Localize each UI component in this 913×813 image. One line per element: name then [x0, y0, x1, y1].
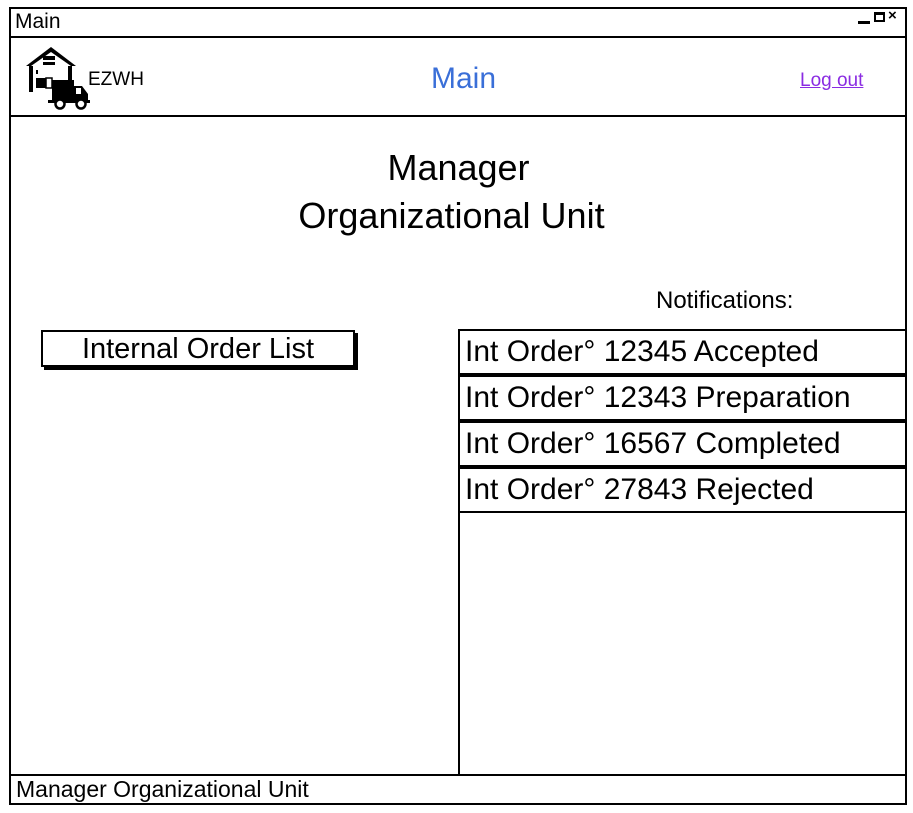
page-heading: Manager Organizational Unit — [0, 144, 913, 240]
status-bar-text: Manager Organizational Unit — [16, 776, 309, 802]
window-controls: × — [856, 7, 900, 28]
heading-role: Manager — [387, 147, 530, 188]
notification-item[interactable]: Int Order° 12345 Accepted — [458, 329, 907, 375]
heading-unit: Organizational Unit — [298, 195, 605, 236]
minimize-icon[interactable] — [858, 21, 870, 24]
titlebar-divider — [9, 36, 907, 38]
notification-item[interactable]: Int Order° 27843 Rejected — [458, 467, 907, 513]
header-divider — [9, 115, 907, 117]
notification-item[interactable]: Int Order° 12343 Preparation — [458, 375, 907, 421]
notifications-label: Notifications: — [656, 287, 794, 314]
page-title: Main — [430, 62, 497, 95]
logout-link[interactable]: Log out — [800, 69, 863, 93]
close-icon[interactable]: × — [888, 7, 897, 25]
maximize-icon[interactable] — [874, 12, 885, 22]
notification-item[interactable]: Int Order° 16567 Completed — [458, 421, 907, 467]
internal-order-list-button[interactable]: Internal Order List — [41, 330, 355, 367]
window-title: Main — [15, 10, 61, 33]
